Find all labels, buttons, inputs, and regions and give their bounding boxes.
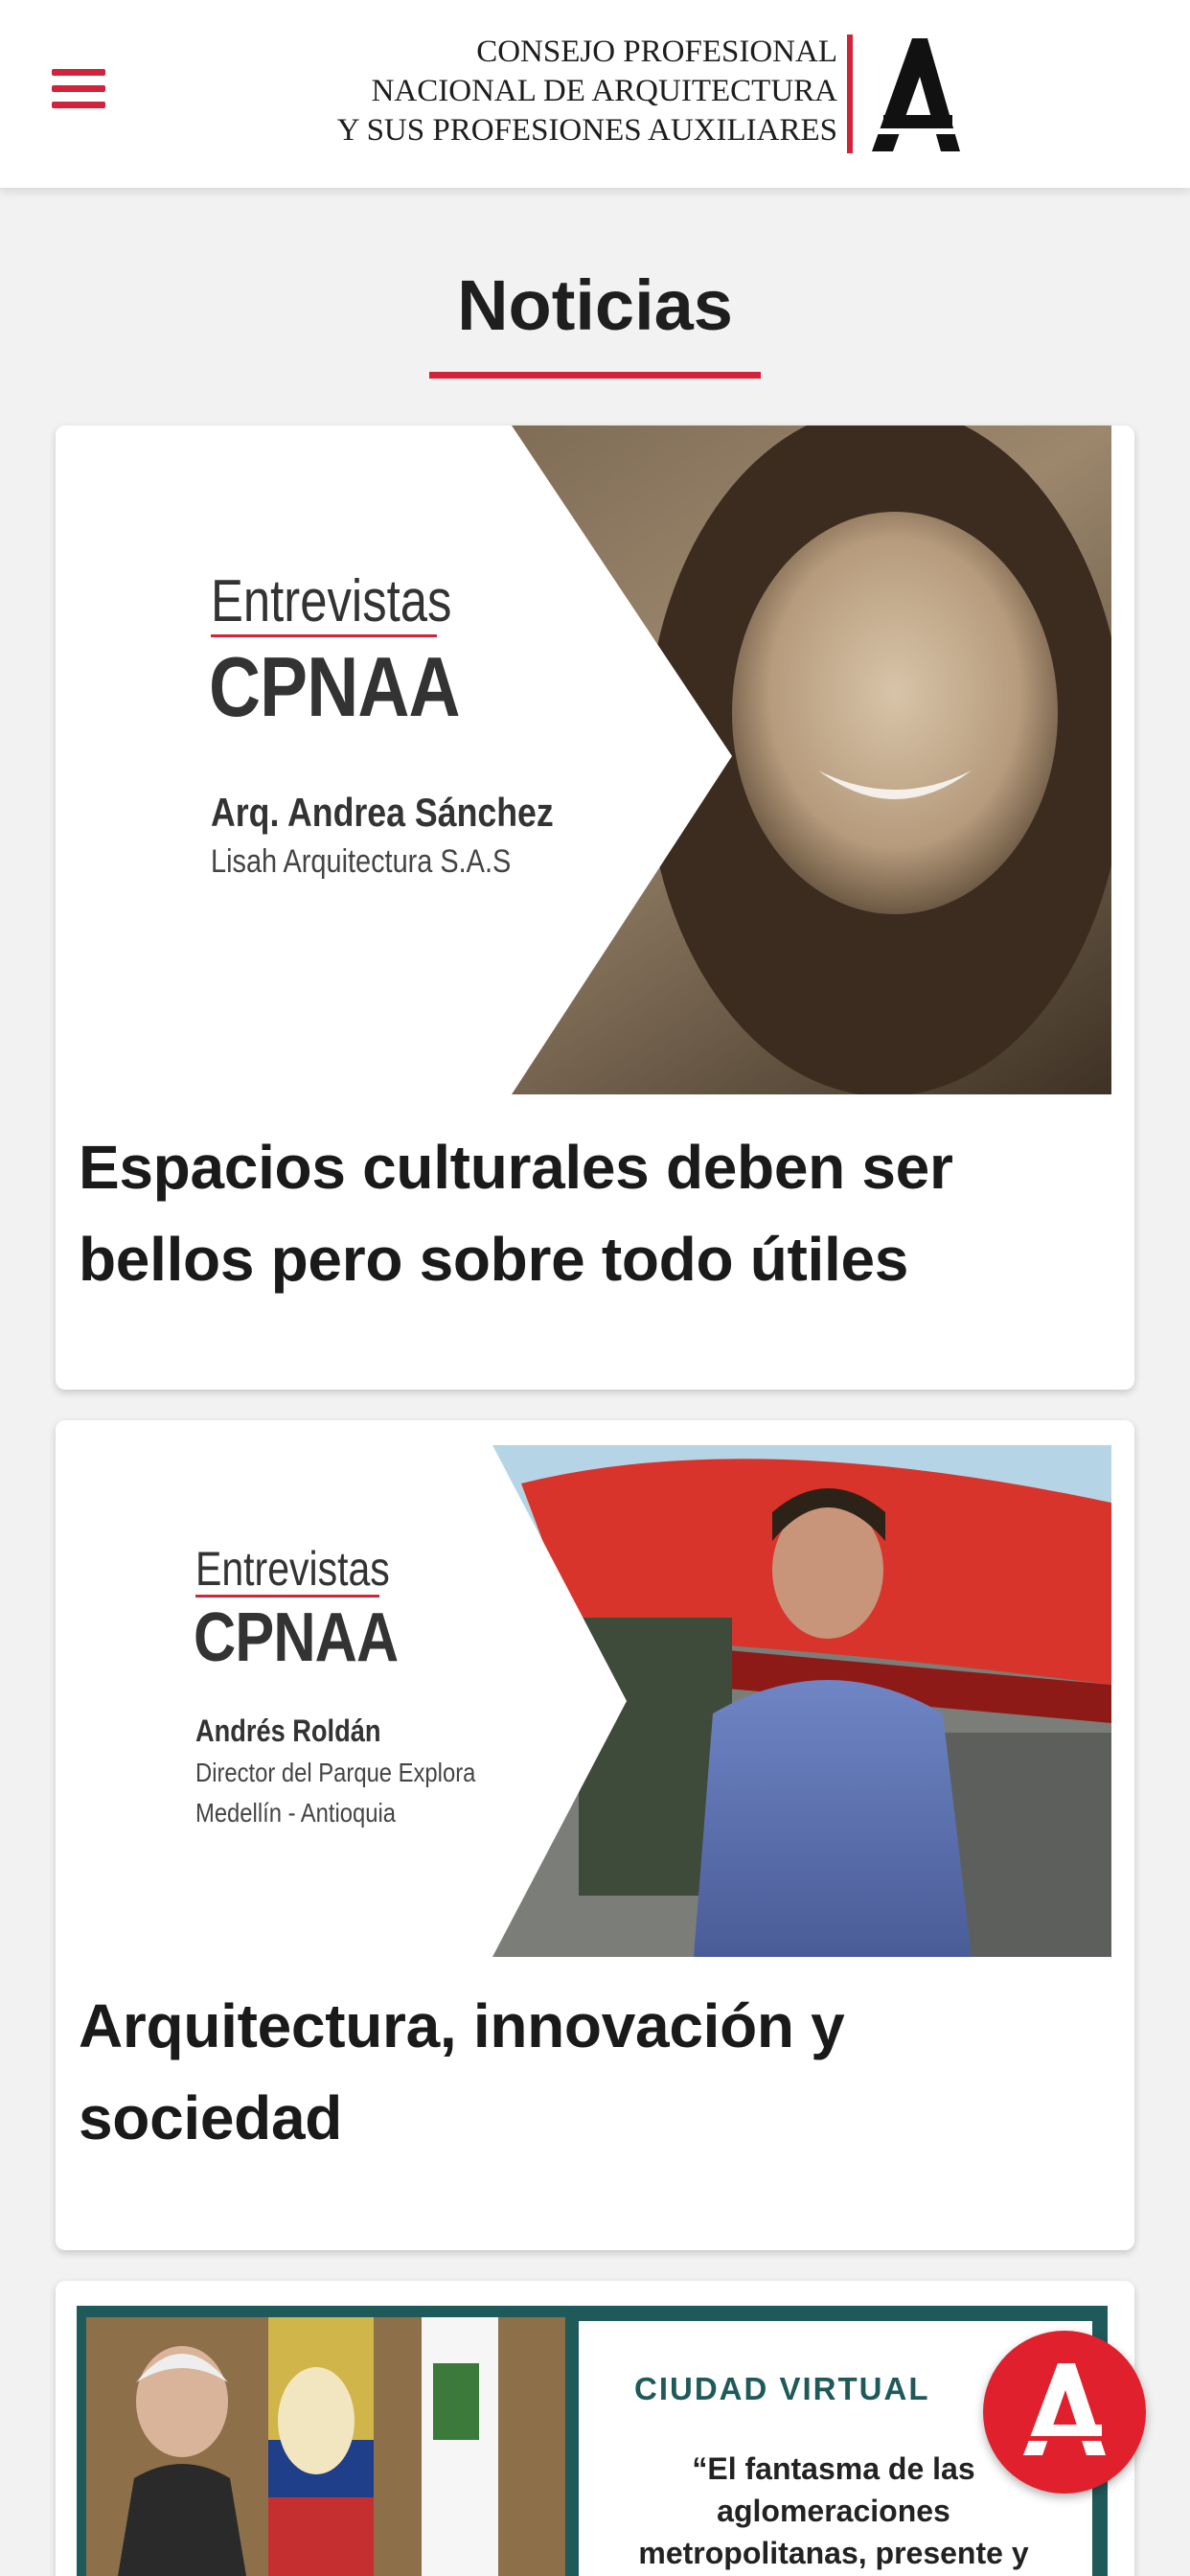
page-title: Noticias [457,265,733,345]
banner-person-name: Andrés Roldán [195,1714,381,1748]
banner-kicker-underline [211,634,437,637]
logo-a-icon [1012,2363,1117,2455]
news-card[interactable]: Entrevistas CPNAA Arq. Andrea Sánchez Li… [56,426,1134,1390]
news-card-image[interactable]: Entrevistas CPNAA Arq. Andrea Sánchez Li… [80,426,1111,1094]
banner-affiliation-line1: Director del Parque Explora [195,1758,476,1787]
news-card-image[interactable]: CIUDAD VIRTUAL “El fantasma de las aglom… [77,2306,1108,2576]
org-name-line2: NACIONAL DE ARQUITECTURA [371,74,837,108]
interview-banner [80,426,1111,1094]
banner-kicker: Entrevistas [211,568,452,634]
cpnaa-logo-button[interactable] [983,2331,1146,2494]
interview-banner [80,1445,1111,1957]
ciudad-virtual-kicker: CIUDAD VIRTUAL [634,2371,930,2406]
banner-affiliation-line2: Medellín - Antioquia [195,1798,397,1828]
app-header: CONSEJO PROFESIONAL NACIONAL DE ARQUITEC… [0,0,1190,188]
logo-divider [847,34,853,153]
banner-affiliation: Lisah Arquitectura S.A.S [211,843,512,880]
banner-person-name: Arq. Andrea Sánchez [211,790,554,835]
news-card[interactable]: CIUDAD VIRTUAL “El fantasma de las aglom… [56,2281,1134,2576]
quote-line-3: metropolitanas, presente y [638,2536,1029,2570]
news-card-image[interactable]: Entrevistas CPNAA Andrés Roldán Director… [80,1445,1111,1957]
news-card-title[interactable]: Arquitectura, innovación y sociedad [79,1980,1037,2164]
news-card-title[interactable]: Espacios culturales deben ser bellos per… [79,1121,1037,1305]
banner-kicker-underline [195,1595,379,1598]
news-card[interactable]: Entrevistas CPNAA Andrés Roldán Director… [56,1420,1134,2250]
hamburger-menu-icon[interactable] [52,65,107,111]
org-name-line3: Y SUS PROFESIONES AUXILIARES [336,113,837,148]
title-underline [429,372,761,379]
logo-a-icon[interactable] [864,33,970,155]
org-name-line1: CONSEJO PROFESIONAL [476,34,837,69]
quote-line-2: aglomeraciones [717,2494,950,2528]
banner-brand: CPNAA [194,1599,399,1676]
organization-name[interactable]: CONSEJO PROFESIONAL NACIONAL DE ARQUITEC… [337,33,837,150]
banner-kicker: Entrevistas [195,1542,390,1596]
banner-brand: CPNAA [209,639,461,734]
